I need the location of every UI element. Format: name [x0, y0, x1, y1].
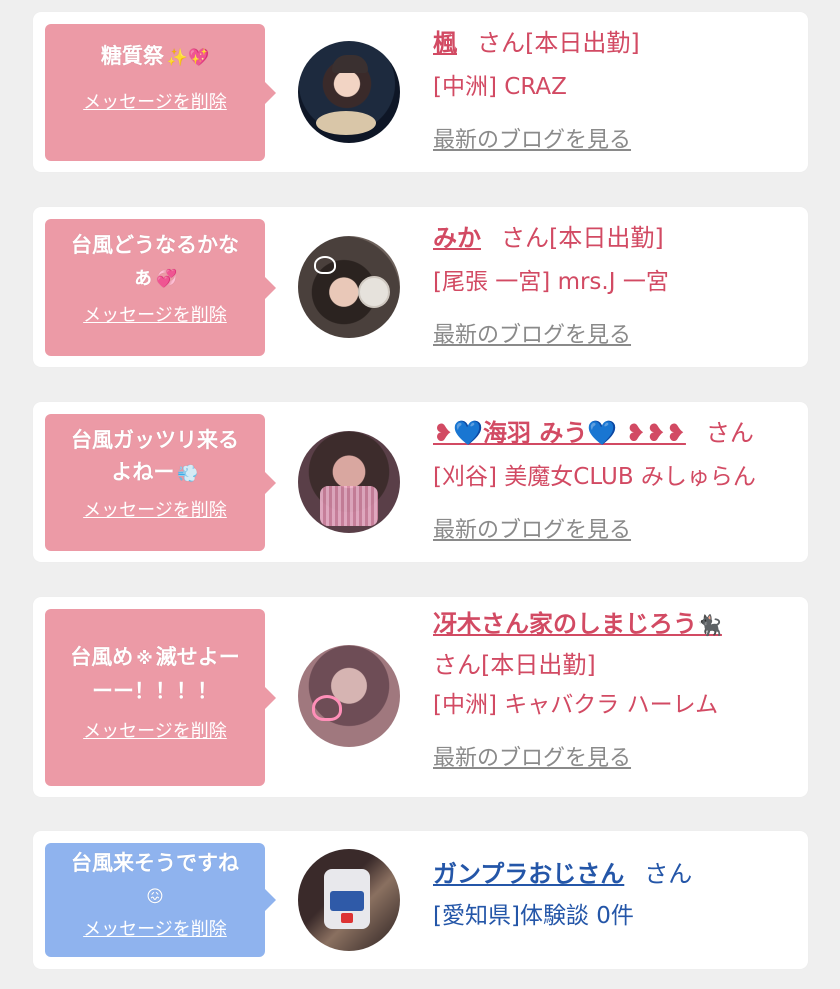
message-card: 台風どうなるかな ぁ 💞 メッセージを削除 みか さん[本日出勤] [尾張 一宮] …	[33, 207, 808, 367]
delete-message-link[interactable]: メッセージを削除	[83, 301, 227, 327]
wind-emoji-icon: 💨	[177, 464, 199, 484]
shop-name: [中洲] キャバクラ ハーレム	[433, 692, 719, 718]
avatar[interactable]	[298, 431, 400, 533]
mark-emoji-icon: ※	[136, 649, 153, 669]
avatar-robot-chest-shape	[330, 891, 364, 911]
sender-status: さん[本日出勤]	[501, 224, 664, 252]
latest-blog-link[interactable]: 最新のブログを見る	[433, 323, 631, 348]
heart-emoji-icon: 💞	[156, 269, 178, 289]
avatar-hat-shape	[332, 55, 368, 73]
sender-info: みか さん[本日出勤] [尾張 一宮] mrs.J 一宮 最新のブログを見る	[433, 221, 801, 349]
avatar-heart-shape	[312, 695, 342, 721]
latest-blog-link[interactable]: 最新のブログを見る	[433, 518, 631, 543]
sender-name-link[interactable]: ガンプラおじさん	[433, 860, 624, 888]
message-bubble: 台風ガッツリ来る よねー 💨 メッセージを削除	[45, 414, 276, 551]
sender-name-link[interactable]: みか	[433, 224, 481, 252]
delete-message-link[interactable]: メッセージを削除	[83, 496, 227, 522]
message-bubble: 糖質祭 ✨💖 メッセージを削除	[45, 24, 276, 161]
message-bubble: 台風来そうですね 😖 メッセージを削除	[45, 843, 276, 957]
message-bubble: 台風どうなるかな ぁ 💞 メッセージを削除	[45, 219, 276, 356]
message-text: 台風ガッツリ来る よねー 💨	[51, 424, 259, 490]
sender-status: さん[本日出勤]	[433, 651, 596, 679]
sender-name-link[interactable]: 冴木さん家のしまじろう🐈‍⬛	[433, 610, 722, 638]
shop-name: [刈谷] 美魔女CLUB みしゅらん	[433, 464, 756, 490]
shop-name: [中洲] CRAZ	[433, 74, 567, 100]
delete-message-link[interactable]: メッセージを削除	[83, 915, 227, 941]
message-card: 台風め ※ 滅せよー ーー！！！！ メッセージを削除 冴木さん家のしまじろう🐈‍⬛ …	[33, 597, 808, 797]
message-text: 糖質祭 ✨💖	[51, 40, 259, 74]
message-card: 糖質祭 ✨💖 メッセージを削除 楓さん[本日出勤] [中洲] CRAZ 最新のブロ…	[33, 12, 808, 172]
message-text: 台風来そうですね 😖	[51, 847, 259, 913]
sender-status: さん[本日出勤]	[477, 29, 640, 57]
sender-status: さん	[705, 419, 754, 447]
sparkle-heart-emoji-icon: ✨💖	[166, 48, 210, 68]
avatar-sparkle-shape	[320, 486, 378, 526]
sender-status: さん	[644, 860, 693, 888]
shop-name: [愛知県]体験談 0件	[433, 903, 634, 929]
message-text: 台風どうなるかな ぁ 💞	[51, 229, 259, 295]
avatar-heart-shape	[314, 256, 336, 274]
sender-info: 楓さん[本日出勤] [中洲] CRAZ 最新のブログを見る	[433, 26, 801, 154]
delete-message-link[interactable]: メッセージを削除	[83, 717, 227, 743]
cat-emoji-icon: 🐈‍⬛	[697, 613, 722, 637]
latest-blog-link[interactable]: 最新のブログを見る	[433, 746, 631, 771]
avatar-robot-vent-shape	[341, 913, 353, 923]
avatar[interactable]	[298, 236, 400, 338]
message-text: 台風め ※ 滅せよー ーー！！！！	[70, 645, 240, 703]
sender-info: ❥💙海羽 みう💙 ❥❥❥ さん [刈谷] 美魔女CLUB みしゅらん 最新のブログ…	[433, 416, 801, 544]
shop-name: [尾張 一宮] mrs.J 一宮	[433, 269, 669, 295]
message-card: 台風来そうですね 😖 メッセージを削除 ガンプラおじさん さん [愛知県]体験談 …	[33, 831, 808, 969]
latest-blog-link[interactable]: 最新のブログを見る	[433, 128, 631, 153]
avatar-cat-shape	[358, 276, 390, 308]
avatar[interactable]	[298, 645, 400, 747]
avatar[interactable]	[298, 41, 400, 143]
message-card: 台風ガッツリ来る よねー 💨 メッセージを削除 ❥💙海羽 みう💙 ❥❥❥ さん [刈…	[33, 402, 808, 562]
confounded-face-emoji-icon: 😖	[146, 887, 164, 907]
message-bubble: 台風め ※ 滅せよー ーー！！！！ メッセージを削除	[45, 609, 276, 786]
avatar-plate-shape	[316, 111, 376, 135]
sender-name-link[interactable]: ❥💙海羽 みう💙 ❥❥❥	[433, 419, 686, 447]
sender-info: ガンプラおじさん さん [愛知県]体験談 0件	[433, 857, 801, 933]
avatar[interactable]	[298, 849, 400, 951]
sender-name-link[interactable]: 楓	[433, 29, 457, 57]
delete-message-link[interactable]: メッセージを削除	[83, 88, 227, 114]
sender-info: 冴木さん家のしまじろう🐈‍⬛ さん[本日出勤] [中洲] キャバクラ ハーレム …	[433, 607, 801, 772]
